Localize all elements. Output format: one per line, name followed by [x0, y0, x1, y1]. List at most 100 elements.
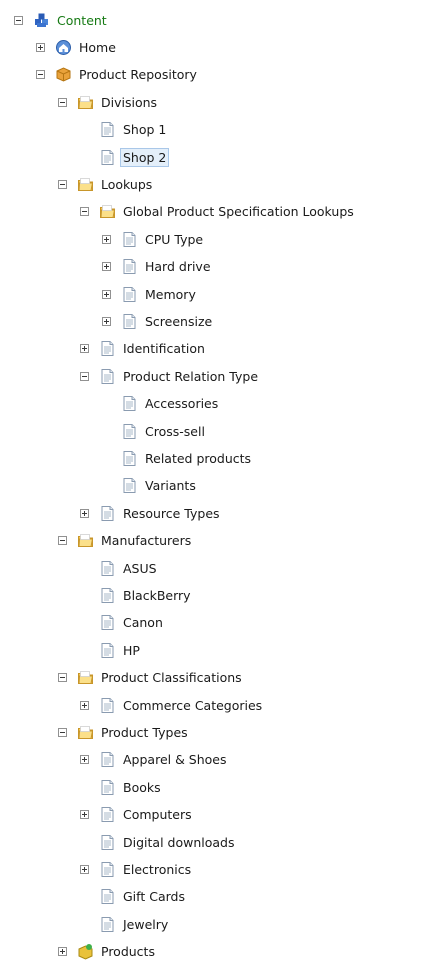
tree-node-shop-1[interactable]: Shop 1: [99, 119, 169, 141]
tree-node-label: Shop 1: [123, 122, 167, 138]
document-icon: [99, 916, 116, 933]
tree-node-home[interactable]: Home: [36, 36, 119, 58]
tree-node-label: Jewelry: [123, 916, 169, 932]
tree-node-divisions[interactable]: Divisions: [58, 91, 160, 113]
tree-node-label: Related products: [145, 450, 252, 466]
tree-node-label: Identification: [123, 341, 205, 357]
collapse-icon[interactable]: [58, 536, 67, 546]
tree-node-cpu-type[interactable]: CPU Type: [102, 228, 206, 250]
tree-node-label: Accessories: [145, 396, 219, 412]
collapse-icon[interactable]: [58, 97, 67, 107]
tree-node-label: Product Relation Type: [123, 368, 259, 384]
collapse-icon[interactable]: [58, 673, 67, 683]
tree-node-content[interactable]: Content: [14, 9, 110, 31]
collapse-icon[interactable]: [80, 207, 89, 217]
tree-node-computers[interactable]: Computers: [80, 804, 195, 826]
tree-node-label: Memory: [145, 286, 196, 302]
document-icon: [99, 642, 116, 659]
document-icon: [99, 614, 116, 631]
tree-node-screensize[interactable]: Screensize: [102, 310, 215, 332]
collapse-icon[interactable]: [80, 371, 89, 381]
tree-node-label: CPU Type: [145, 231, 204, 247]
expand-icon[interactable]: [80, 508, 89, 518]
expand-icon[interactable]: [102, 316, 111, 326]
document-icon: [99, 149, 116, 166]
tree-node-hard-drive[interactable]: Hard drive: [102, 256, 214, 278]
tree-node-product-types[interactable]: Product Types: [58, 721, 191, 743]
document-icon: [99, 806, 116, 823]
tree-node-canon[interactable]: Canon: [99, 612, 166, 634]
tree-node-label: Content: [57, 12, 107, 28]
collapse-icon[interactable]: [58, 727, 67, 737]
document-icon: [121, 231, 138, 248]
tree-node-label: Variants: [145, 478, 196, 494]
tree-node-memory[interactable]: Memory: [102, 283, 199, 305]
collapse-icon[interactable]: [14, 15, 23, 25]
expand-icon[interactable]: [58, 947, 67, 957]
expand-icon[interactable]: [80, 344, 89, 354]
tree-node-label: Product Types: [101, 724, 188, 740]
document-icon: [99, 861, 116, 878]
expand-icon[interactable]: [102, 234, 111, 244]
expand-icon[interactable]: [80, 810, 89, 820]
tree-node-label: Lookups: [101, 176, 153, 192]
tree-node-label: Commerce Categories: [123, 697, 263, 713]
tree-node-books[interactable]: Books: [99, 776, 164, 798]
tree-node-label: Gift Cards: [123, 889, 185, 905]
tree-node-electronics[interactable]: Electronics: [80, 858, 194, 880]
tree-node-global-product-specification-lookups[interactable]: Global Product Specification Lookups: [80, 201, 357, 223]
tree-node-asus[interactable]: ASUS: [99, 557, 160, 579]
expand-icon[interactable]: [102, 289, 111, 299]
tree-node-hp[interactable]: HP: [99, 639, 143, 661]
tree-node-label: Electronics: [123, 861, 192, 877]
document-icon: [121, 313, 138, 330]
folder-icon: [99, 203, 116, 220]
tree-node-label: Books: [123, 779, 161, 795]
document-icon: [121, 395, 138, 412]
tree-node-jewelry[interactable]: Jewelry: [99, 913, 171, 935]
tree-node-product-classifications[interactable]: Product Classifications: [58, 667, 245, 689]
document-icon: [121, 286, 138, 303]
tree-node-label: Computers: [123, 807, 192, 823]
tree-node-label: Product Repository: [79, 67, 197, 83]
tree-node-manufacturers[interactable]: Manufacturers: [58, 530, 194, 552]
folder-icon: [77, 669, 94, 686]
tree-node-commerce-categories[interactable]: Commerce Categories: [80, 694, 265, 716]
tree-node-apparel-shoes[interactable]: Apparel & Shoes: [80, 749, 230, 771]
tree-node-cross-sell[interactable]: Cross-sell: [121, 420, 208, 442]
tree-node-digital-downloads[interactable]: Digital downloads: [99, 831, 237, 853]
content-tree: Content Home Product Repository Divisions Sh…: [0, 0, 438, 960]
tree-node-identification[interactable]: Identification: [80, 338, 208, 360]
tree-node-variants[interactable]: Variants: [121, 475, 199, 497]
expand-icon[interactable]: [102, 262, 111, 272]
document-icon: [121, 477, 138, 494]
collapse-icon[interactable]: [36, 70, 45, 80]
tree-node-blackberry[interactable]: BlackBerry: [99, 584, 194, 606]
collapse-icon[interactable]: [58, 179, 67, 189]
tree-node-related-products[interactable]: Related products: [121, 447, 254, 469]
tree-node-product-relation-type[interactable]: Product Relation Type: [80, 365, 261, 387]
tree-node-shop-2[interactable]: Shop 2: [99, 146, 170, 168]
tree-node-accessories[interactable]: Accessories: [121, 393, 221, 415]
document-icon: [121, 423, 138, 440]
expand-icon[interactable]: [80, 864, 89, 874]
tree-node-product-repository[interactable]: Product Repository: [36, 64, 200, 86]
tree-node-products[interactable]: Products: [58, 941, 158, 963]
tree-node-lookups[interactable]: Lookups: [58, 173, 155, 195]
folder-icon: [77, 176, 94, 193]
tree-node-label: Divisions: [101, 94, 158, 110]
tree-node-resource-types[interactable]: Resource Types: [80, 502, 223, 524]
document-icon: [99, 751, 116, 768]
folder-icon: [77, 532, 94, 549]
expand-icon[interactable]: [80, 755, 89, 765]
expand-icon[interactable]: [80, 700, 89, 710]
document-icon: [99, 505, 116, 522]
tree-node-label: Product Classifications: [101, 670, 242, 686]
tree-node-label: Manufacturers: [101, 533, 192, 549]
tree-node-label: ASUS: [123, 560, 157, 576]
expand-icon[interactable]: [36, 42, 45, 52]
tree-node-gift-cards[interactable]: Gift Cards: [99, 886, 188, 908]
document-icon: [99, 368, 116, 385]
tree-node-label: Digital downloads: [123, 834, 235, 850]
document-icon: [99, 697, 116, 714]
